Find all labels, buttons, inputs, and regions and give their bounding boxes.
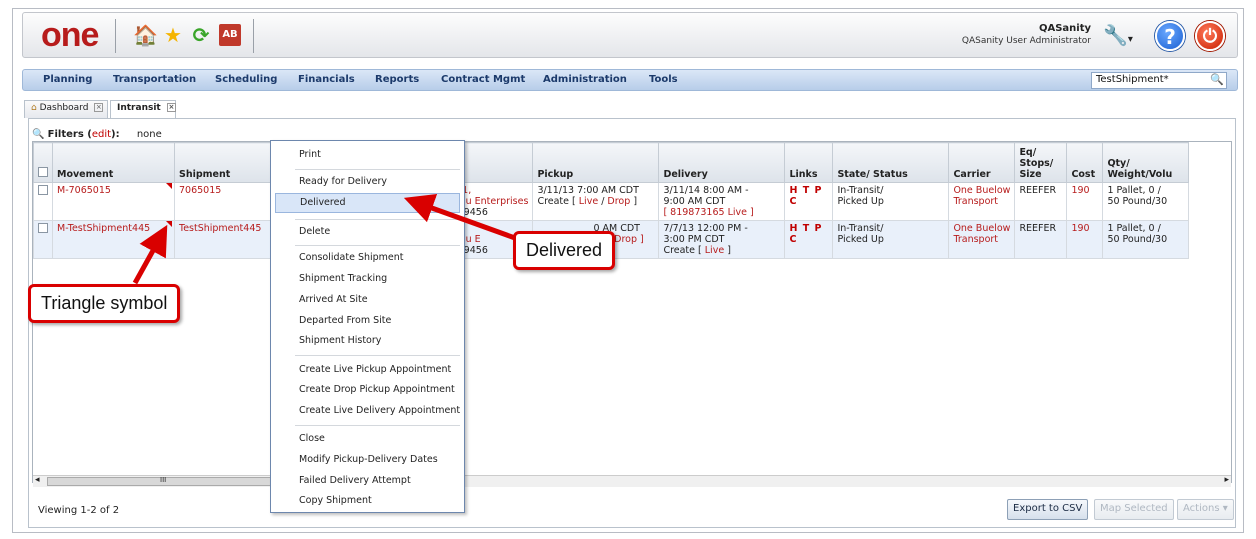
delivered-arrow bbox=[403, 193, 516, 241]
triangle-arrow bbox=[132, 224, 168, 285]
annotation-arrows bbox=[132, 193, 516, 285]
callout-delivered: Delivered bbox=[513, 231, 616, 270]
callout-triangle-symbol: Triangle symbol bbox=[28, 284, 181, 323]
